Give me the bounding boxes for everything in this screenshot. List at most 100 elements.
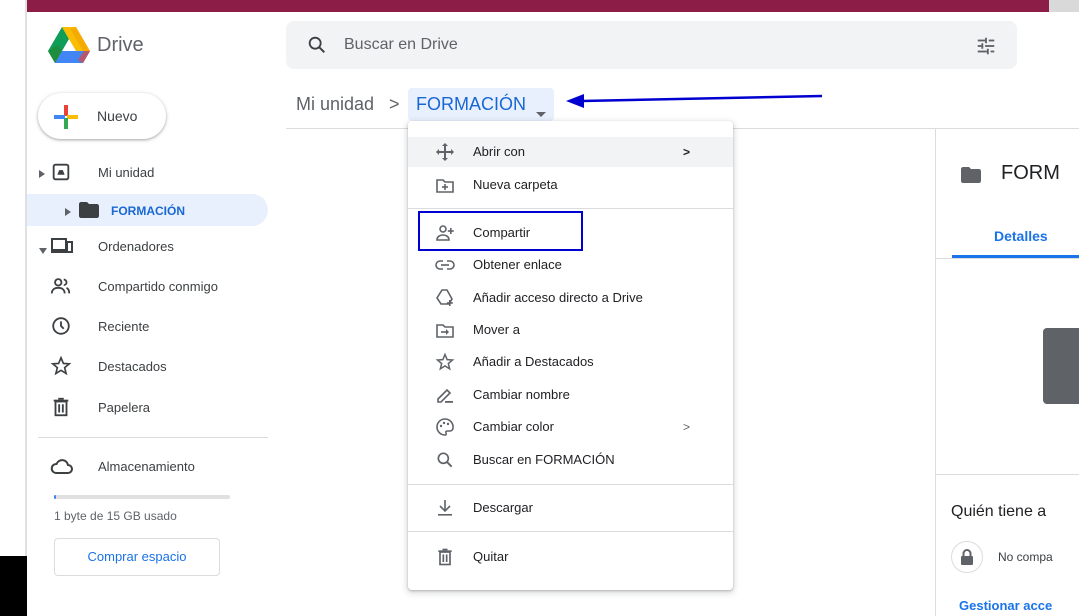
menu-item-add-shortcut[interactable]: Añadir acceso directo a Drive	[408, 283, 733, 313]
palette-icon	[435, 417, 455, 437]
context-menu: Abrir con > Nueva carpeta Compartir Obte…	[408, 121, 733, 590]
breadcrumb-current-label: FORMACIÓN	[416, 94, 526, 114]
menu-item-remove[interactable]: Quitar	[408, 542, 733, 572]
menu-item-label: Quitar	[473, 549, 509, 564]
sidebar-item-formacion[interactable]: FORMACIÓN	[27, 194, 268, 226]
clock-icon	[50, 315, 72, 337]
sidebar-item-label: Compartido conmigo	[98, 279, 218, 294]
submenu-arrow-icon: >	[683, 145, 691, 159]
buy-storage-button[interactable]: Comprar espacio	[54, 538, 220, 576]
submenu-arrow-icon: >	[683, 420, 691, 434]
access-heading: Quién tiene a	[951, 503, 1047, 520]
top-strip-fade	[1049, 0, 1079, 12]
sidebar-item-computers[interactable]: Ordenadores	[27, 230, 268, 262]
buy-storage-label: Comprar espacio	[87, 549, 187, 564]
menu-item-download[interactable]: Descargar	[408, 493, 733, 523]
folder-icon	[78, 201, 100, 223]
folder-preview	[1043, 328, 1079, 404]
breadcrumb-root[interactable]: Mi unidad	[296, 94, 374, 115]
cloud-icon	[50, 455, 73, 477]
expand-caret-icon[interactable]	[38, 167, 46, 182]
menu-item-label: Añadir a Destacados	[473, 354, 594, 369]
menu-item-move[interactable]: Mover a	[408, 315, 733, 345]
sidebar-divider	[38, 437, 268, 438]
sidebar-item-trash[interactable]: Papelera	[27, 391, 268, 423]
computers-icon	[50, 235, 73, 257]
edge-black-block	[0, 556, 27, 616]
storage-progress-fill	[54, 495, 56, 499]
menu-item-label: Mover a	[473, 322, 520, 337]
sidebar-item-label: Destacados	[98, 359, 167, 374]
window-left-edge	[0, 0, 27, 616]
add-shortcut-icon	[435, 288, 455, 308]
sidebar-item-label: FORMACIÓN	[111, 204, 185, 218]
menu-item-label: Nueva carpeta	[473, 177, 558, 192]
download-icon	[435, 498, 455, 518]
edge-bar	[25, 0, 27, 616]
details-panel-divider	[935, 129, 936, 616]
menu-item-label: Abrir con	[473, 144, 526, 159]
menu-item-label: Cambiar color	[473, 419, 554, 434]
search-input[interactable]: Buscar en Drive	[344, 36, 458, 54]
menu-item-get-link[interactable]: Obtener enlace	[408, 250, 733, 280]
new-button[interactable]: Nuevo	[38, 93, 166, 139]
trash-icon	[50, 396, 72, 418]
manage-access-link[interactable]: Gestionar acce	[959, 598, 1052, 613]
search-options-icon[interactable]	[975, 35, 997, 62]
expand-caret-icon[interactable]	[64, 205, 72, 220]
breadcrumb-separator: >	[389, 94, 400, 114]
sidebar-item-label: Mi unidad	[98, 165, 155, 180]
menu-item-search-in[interactable]: Buscar en FORMACIÓN	[408, 445, 733, 475]
star-icon	[50, 355, 72, 377]
rename-icon	[435, 385, 455, 405]
sidebar-item-storage[interactable]: Almacenamiento	[27, 450, 268, 482]
sidebar-item-label: Reciente	[98, 319, 150, 334]
menu-item-label: Obtener enlace	[473, 257, 562, 272]
app-name[interactable]: Drive	[97, 34, 144, 57]
menu-item-label: Descargar	[473, 500, 533, 515]
search-bar[interactable]: Buscar en Drive	[286, 21, 1017, 69]
breadcrumb-current-folder[interactable]: FORMACIÓN	[408, 88, 554, 121]
storage-label: Almacenamiento	[98, 459, 195, 474]
menu-item-add-starred[interactable]: Añadir a Destacados	[408, 347, 733, 377]
browser-top-strip	[27, 0, 1079, 12]
sidebar-item-label: Ordenadores	[98, 239, 174, 254]
shared-icon	[50, 275, 72, 297]
menu-item-label: Añadir acceso directo a Drive	[473, 290, 643, 305]
tab-details[interactable]: Detalles	[994, 228, 1048, 244]
new-folder-icon	[435, 175, 455, 195]
menu-divider	[408, 531, 733, 532]
sidebar-item-shared[interactable]: Compartido conmigo	[27, 270, 268, 302]
menu-item-label: Buscar en FORMACIÓN	[473, 452, 615, 467]
annotation-arrow	[566, 88, 824, 117]
menu-item-new-folder[interactable]: Nueva carpeta	[408, 170, 733, 200]
link-icon	[435, 255, 455, 275]
sidebar-item-recent[interactable]: Reciente	[27, 310, 268, 342]
collapse-caret-icon[interactable]	[38, 243, 48, 258]
search-icon[interactable]	[306, 34, 328, 61]
sidebar-item-my-drive[interactable]: Mi unidad	[27, 156, 268, 188]
sidebar-item-starred[interactable]: Destacados	[27, 350, 268, 382]
menu-item-change-color[interactable]: Cambiar color >	[408, 412, 733, 442]
menu-item-label: Cambiar nombre	[473, 387, 570, 402]
search-icon	[435, 450, 455, 470]
sidebar-item-label: Papelera	[98, 400, 151, 415]
details-section-divider	[936, 474, 1079, 475]
move-icon	[435, 320, 455, 340]
lock-icon	[951, 541, 983, 573]
new-button-label: Nuevo	[97, 108, 138, 124]
star-icon	[435, 352, 455, 372]
menu-divider	[408, 208, 733, 209]
details-panel-title: FORM	[1001, 162, 1060, 184]
menu-divider	[408, 484, 733, 485]
menu-item-open-with[interactable]: Abrir con >	[408, 137, 733, 167]
details-tabs-divider	[936, 258, 1079, 259]
open-with-icon	[435, 142, 455, 162]
chevron-down-icon	[536, 102, 546, 123]
access-status: No compa	[998, 550, 1053, 564]
menu-item-rename[interactable]: Cambiar nombre	[408, 380, 733, 410]
my-drive-icon	[50, 161, 72, 183]
storage-progress-bar	[54, 495, 230, 499]
drive-logo-icon[interactable]	[48, 27, 90, 63]
storage-usage-text: 1 byte de 15 GB usado	[54, 509, 177, 523]
